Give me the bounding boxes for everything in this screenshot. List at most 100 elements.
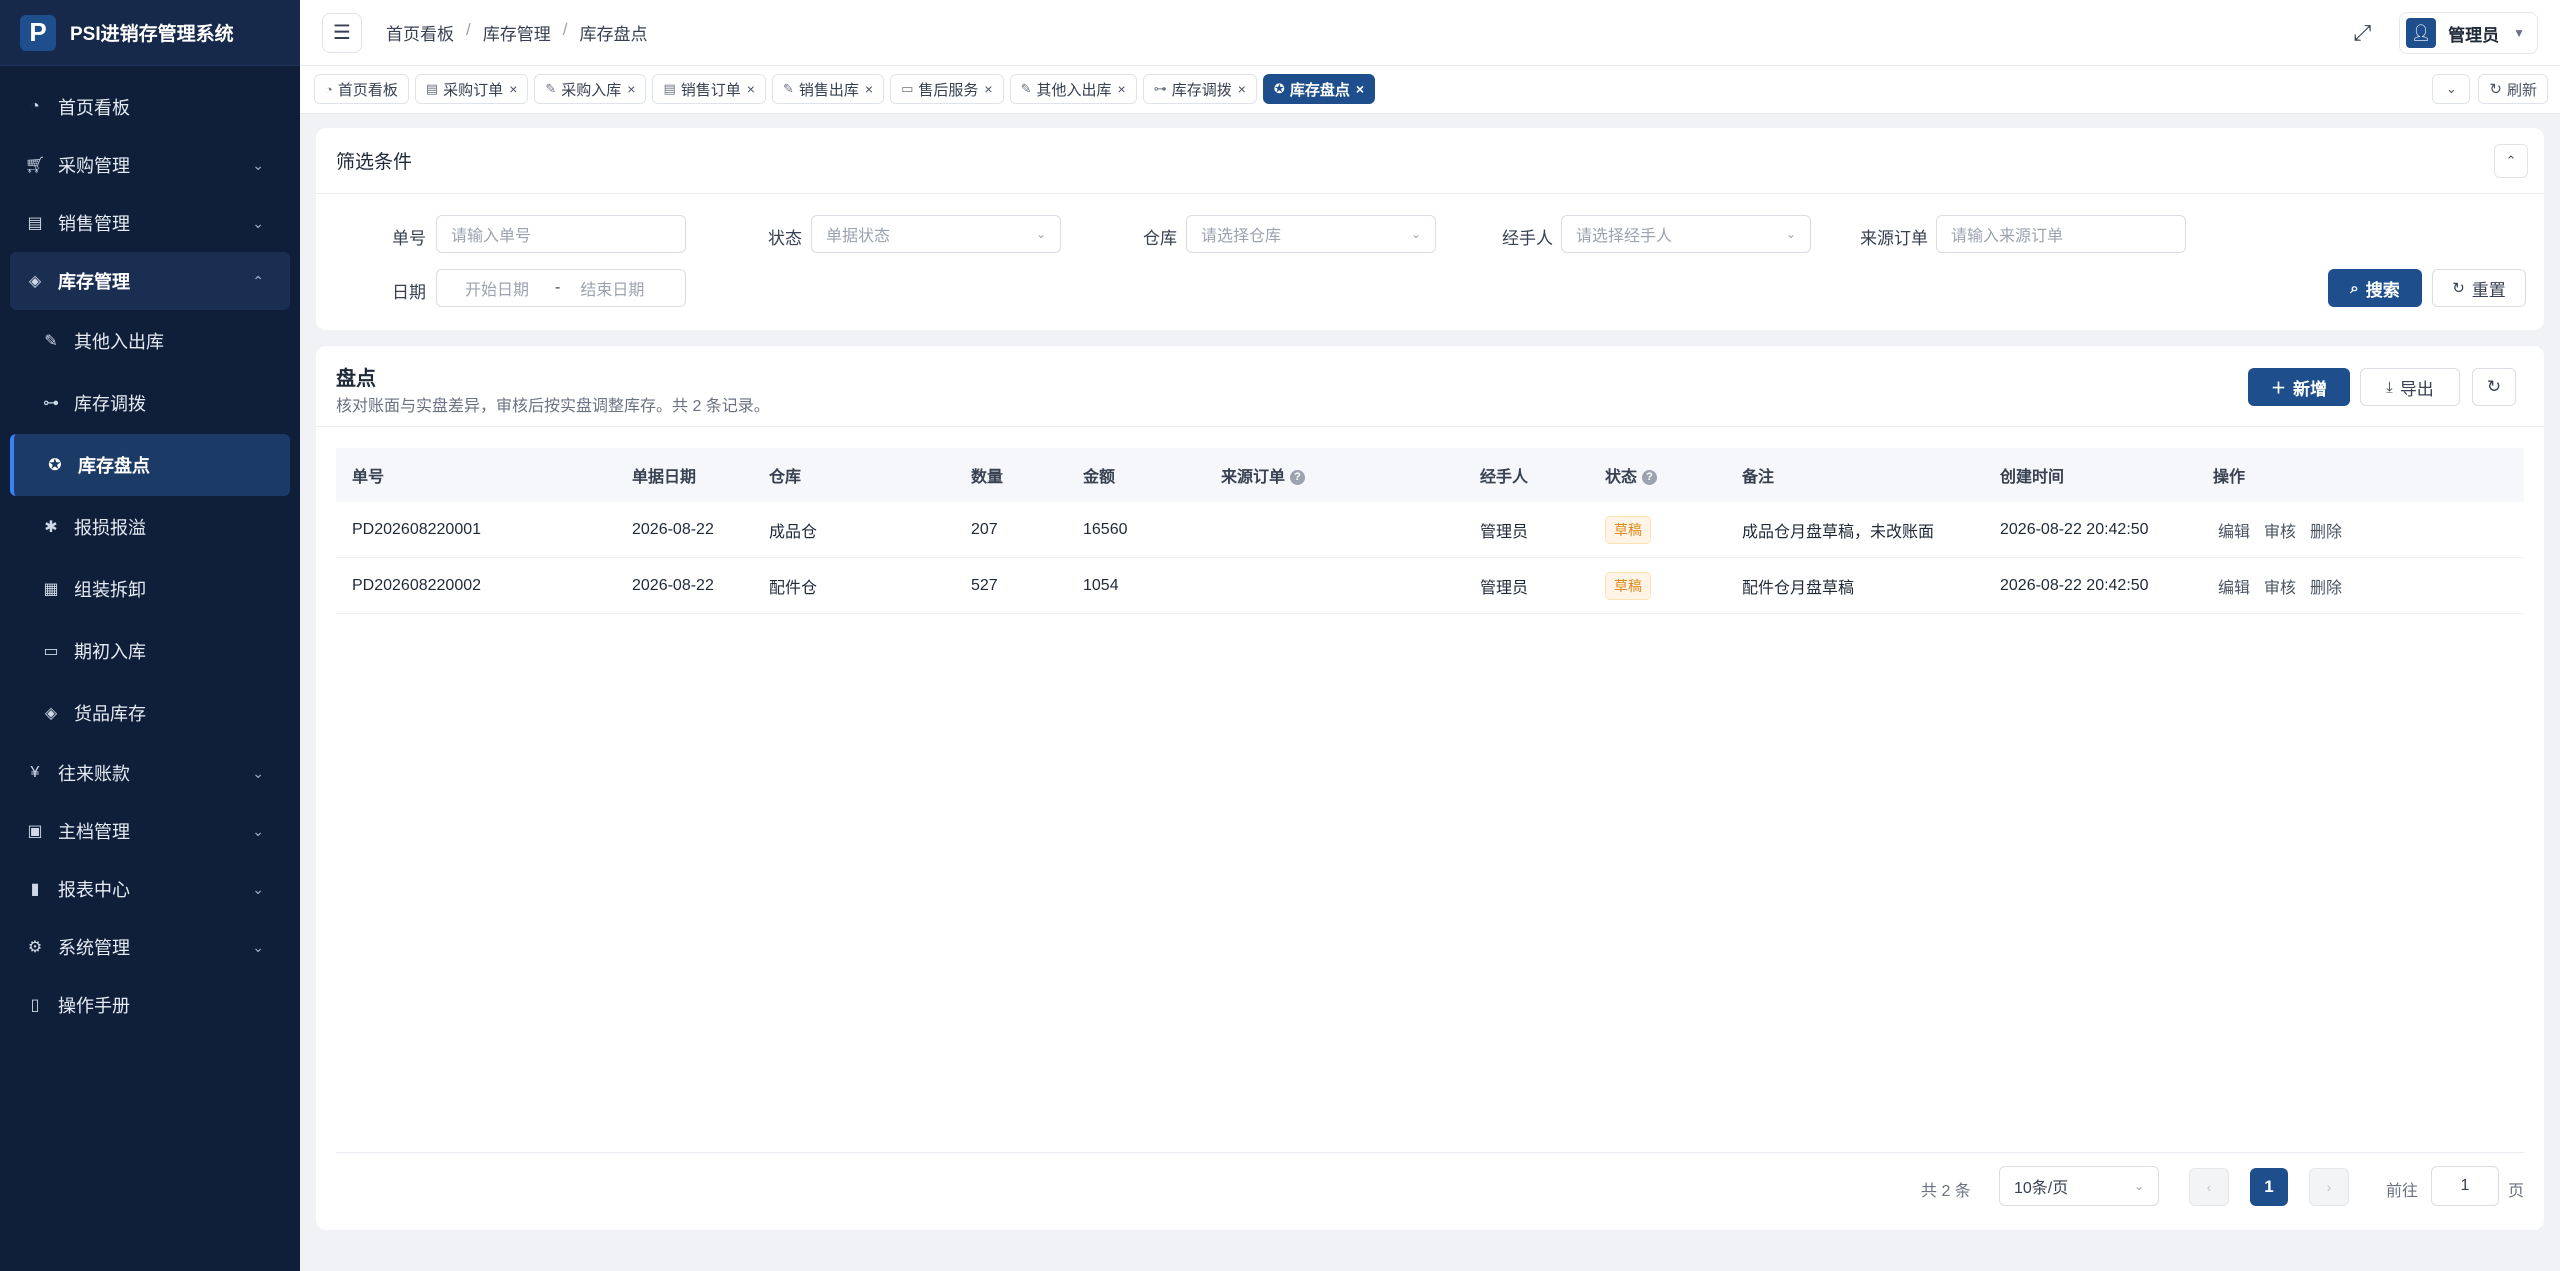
warehouse-select[interactable]: 请选择仓库 ⌄ xyxy=(1186,215,1436,253)
check-circle-icon: ✪ xyxy=(1273,81,1285,96)
sidebar-item-inventory[interactable]: ◈ 库存管理 ⌃ xyxy=(10,252,290,310)
sidebar-item-purchase[interactable]: 🛒︎ 采购管理 ⌄ xyxy=(0,136,300,194)
fullscreen-icon[interactable]: ⤢ xyxy=(2354,20,2372,46)
cell-created: 2026-08-22 20:42:50 xyxy=(2000,520,2149,538)
next-page-button[interactable]: › xyxy=(2309,1168,2349,1206)
cell-qty: 527 xyxy=(971,576,998,594)
close-icon[interactable]: × xyxy=(984,81,992,97)
col-header: 仓库 xyxy=(769,469,802,486)
sidebar-item-label: 销售管理 xyxy=(58,214,130,234)
question-icon[interactable]: ? xyxy=(1290,470,1306,486)
export-label: 导出 xyxy=(2399,379,2434,399)
source-order-input[interactable]: 请输入来源订单 xyxy=(1936,215,2186,253)
handler-label: 经手人 xyxy=(1502,229,1553,248)
search-button[interactable]: ⌕ 搜索 xyxy=(2328,269,2422,307)
refresh-button[interactable]: ↻ 刷新 xyxy=(2478,74,2548,104)
page-suffix: 页 xyxy=(2508,1183,2525,1200)
tab-transfer[interactable]: ⊶ 库存调拨 × xyxy=(1142,74,1257,104)
edit-link[interactable]: 编辑 xyxy=(2218,524,2250,541)
table-header: 单号 单据日期 仓库 数量 金额 来源订单? 经手人 状态? 备注 创建时间 操… xyxy=(336,448,2524,502)
tab-label: 采购入库 xyxy=(561,81,622,99)
tab-sales-out[interactable]: ✎ 销售出库 × xyxy=(771,74,885,104)
pagination-total: 共 2 条 xyxy=(1921,1183,1971,1200)
order-no-label: 单号 xyxy=(392,229,426,248)
source-order-label: 来源订单 xyxy=(1860,229,1928,248)
status-badge: 草稿 xyxy=(1605,515,1651,544)
close-icon[interactable]: × xyxy=(1118,81,1126,97)
col-header: 单据日期 xyxy=(632,469,697,486)
handler-select[interactable]: 请选择经手人 ⌄ xyxy=(1561,215,1811,253)
question-icon[interactable]: ? xyxy=(1642,470,1658,486)
breadcrumb-item[interactable]: 库存管理 xyxy=(483,20,551,45)
tab-dashboard[interactable]: ◔ 首页看板 xyxy=(314,74,409,104)
add-button[interactable]: ＋ 新增 xyxy=(2248,368,2350,406)
collapse-button[interactable]: ⌃ xyxy=(2494,144,2528,178)
tab-other-io[interactable]: ✎ 其他入出库 × xyxy=(1009,74,1137,104)
status-select[interactable]: 单据状态 ⌄ xyxy=(811,215,1061,253)
cell-warehouse: 成品仓 xyxy=(769,523,818,541)
cell-order-no: PD202608220001 xyxy=(352,520,482,538)
tab-sales-order[interactable]: ▤ 销售订单 × xyxy=(652,74,766,104)
reload-button[interactable]: ↻ xyxy=(2472,368,2516,406)
breadcrumb: 首页看板 / 库存管理 / 库存盘点 xyxy=(386,20,647,45)
goto-page-input[interactable]: 1 xyxy=(2431,1166,2499,1206)
cell-remark: 配件仓月盘草稿 xyxy=(1742,579,1855,597)
sidebar-item-opening-stock[interactable]: ▭ 期初入库 xyxy=(0,620,300,682)
tab-purchase-order[interactable]: ▤ 采购订单 × xyxy=(414,74,529,104)
edit-link[interactable]: 编辑 xyxy=(2218,580,2250,597)
close-icon[interactable]: × xyxy=(865,81,873,97)
col-header: 操作 xyxy=(2213,469,2246,486)
delete-link[interactable]: 删除 xyxy=(2310,580,2342,597)
reset-button[interactable]: ↻ 重置 xyxy=(2432,269,2526,307)
approve-link[interactable]: 审核 xyxy=(2264,580,2296,597)
search-icon: ⌕ xyxy=(2350,279,2359,297)
export-button[interactable]: ⤓ 导出 xyxy=(2360,368,2460,406)
cart-icon: 🛒︎ xyxy=(24,157,46,174)
caret-down-icon: ▼ xyxy=(2513,26,2525,40)
sidebar-item-system[interactable]: ⚙ 系统管理 ⌄ xyxy=(0,918,300,976)
cell-date: 2026-08-22 xyxy=(632,576,714,594)
archive-icon: ▣ xyxy=(27,823,43,840)
close-icon[interactable]: × xyxy=(1238,81,1246,97)
delete-link[interactable]: 删除 xyxy=(2310,524,2342,541)
close-icon[interactable]: × xyxy=(1356,81,1364,97)
sidebar-item-manual[interactable]: ▯ 操作手册 xyxy=(0,976,300,1034)
refresh-label: 刷新 xyxy=(2506,81,2537,99)
chevron-down-icon: ⌄ xyxy=(1410,227,1421,241)
sidebar-item-reports[interactable]: ▮ 报表中心 ⌄ xyxy=(0,860,300,918)
layers-icon: ◈ xyxy=(28,273,42,290)
avatar: 👤︎ xyxy=(2406,18,2437,48)
page-size-value: 10条/页 xyxy=(2014,1180,2069,1197)
sidebar-item-master[interactable]: ▣ 主档管理 ⌄ xyxy=(0,802,300,860)
sidebar-item-accounts[interactable]: ¥ 往来账款 ⌄ xyxy=(0,744,300,802)
sidebar-item-sales[interactable]: ▤ 销售管理 ⌄ xyxy=(0,194,300,252)
sidebar-item-stocktake[interactable]: ✪ 库存盘点 xyxy=(10,434,290,496)
sidebar-item-goods-stock[interactable]: ◈ 货品库存 xyxy=(0,682,300,744)
page-size-select[interactable]: 10条/页 ⌄ xyxy=(1999,1166,2159,1206)
sidebar-item-dashboard[interactable]: ◔ 首页看板 xyxy=(0,78,300,136)
tabs-dropdown-button[interactable]: ⌄ xyxy=(2432,74,2471,104)
prev-page-button[interactable]: ‹ xyxy=(2189,1168,2229,1206)
breadcrumb-item[interactable]: 首页看板 xyxy=(386,20,454,45)
tab-stocktake[interactable]: ✪ 库存盘点 × xyxy=(1262,74,1376,104)
tab-after-sales[interactable]: ▭ 售后服务 × xyxy=(890,74,1004,104)
sidebar-item-loss-overflow[interactable]: ✱ 报损报溢 xyxy=(0,496,300,558)
approve-link[interactable]: 审核 xyxy=(2264,524,2296,541)
plus-icon: ＋ xyxy=(2270,379,2286,397)
close-icon[interactable]: × xyxy=(627,81,635,97)
tab-label: 库存盘点 xyxy=(1289,81,1350,99)
chevron-down-icon: ⌄ xyxy=(252,156,264,173)
sidebar-item-assembly[interactable]: ▦ 组装拆卸 xyxy=(0,558,300,620)
tab-purchase-in[interactable]: ✎ 采购入库 × xyxy=(534,74,647,104)
filter-title: 筛选条件 xyxy=(336,152,413,173)
sidebar-item-transfer[interactable]: ⊶ 库存调拨 xyxy=(0,372,300,434)
date-range-input[interactable]: 开始日期 - 结束日期 xyxy=(436,269,686,307)
tab-label: 其他入出库 xyxy=(1036,81,1112,99)
menu-toggle-button[interactable]: ☰ xyxy=(322,12,362,53)
user-menu[interactable]: 👤︎ 管理员 ▼ xyxy=(2399,12,2538,54)
order-no-input[interactable]: 请输入单号 xyxy=(436,215,686,253)
close-icon[interactable]: × xyxy=(747,81,755,97)
page-number-current[interactable]: 1 xyxy=(2250,1168,2288,1206)
close-icon[interactable]: × xyxy=(509,81,517,97)
sidebar-item-other-io[interactable]: ✎ 其他入出库 xyxy=(0,310,300,372)
